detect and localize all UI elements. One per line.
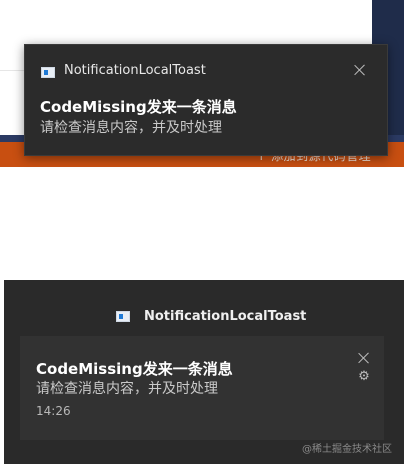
- close-icon[interactable]: [352, 62, 368, 78]
- notification-timestamp: 14:26: [36, 404, 71, 418]
- close-icon[interactable]: [356, 350, 372, 366]
- action-center-app-name[interactable]: NotificationLocalToast: [144, 309, 306, 324]
- toast-app-name: NotificationLocalToast: [64, 63, 206, 78]
- app-window-icon: [116, 311, 130, 322]
- notification-body: 请检查消息内容，并及时处理: [36, 381, 218, 397]
- toast-title: CodeMissing发来一条消息: [40, 98, 237, 116]
- toast-body: 请检查消息内容，并及时处理: [40, 120, 222, 136]
- screenshot-stage: ↑ 添加到源代码管理 ⌃ NotificationLocalToast Code…: [0, 0, 404, 464]
- notification-title: CodeMissing发来一条消息: [36, 360, 233, 378]
- action-center-panel: NotificationLocalToast ⚙ CodeMissing发来一条…: [4, 280, 404, 464]
- gear-icon[interactable]: ⚙: [357, 370, 371, 384]
- notification-card[interactable]: ⚙ CodeMissing发来一条消息 请检查消息内容，并及时处理 14:26: [20, 336, 384, 440]
- app-window-icon: [41, 67, 55, 78]
- watermark-text: @稀土掘金技术社区: [302, 444, 392, 455]
- toast-notification-popup[interactable]: NotificationLocalToast CodeMissing发来一条消息…: [24, 44, 388, 156]
